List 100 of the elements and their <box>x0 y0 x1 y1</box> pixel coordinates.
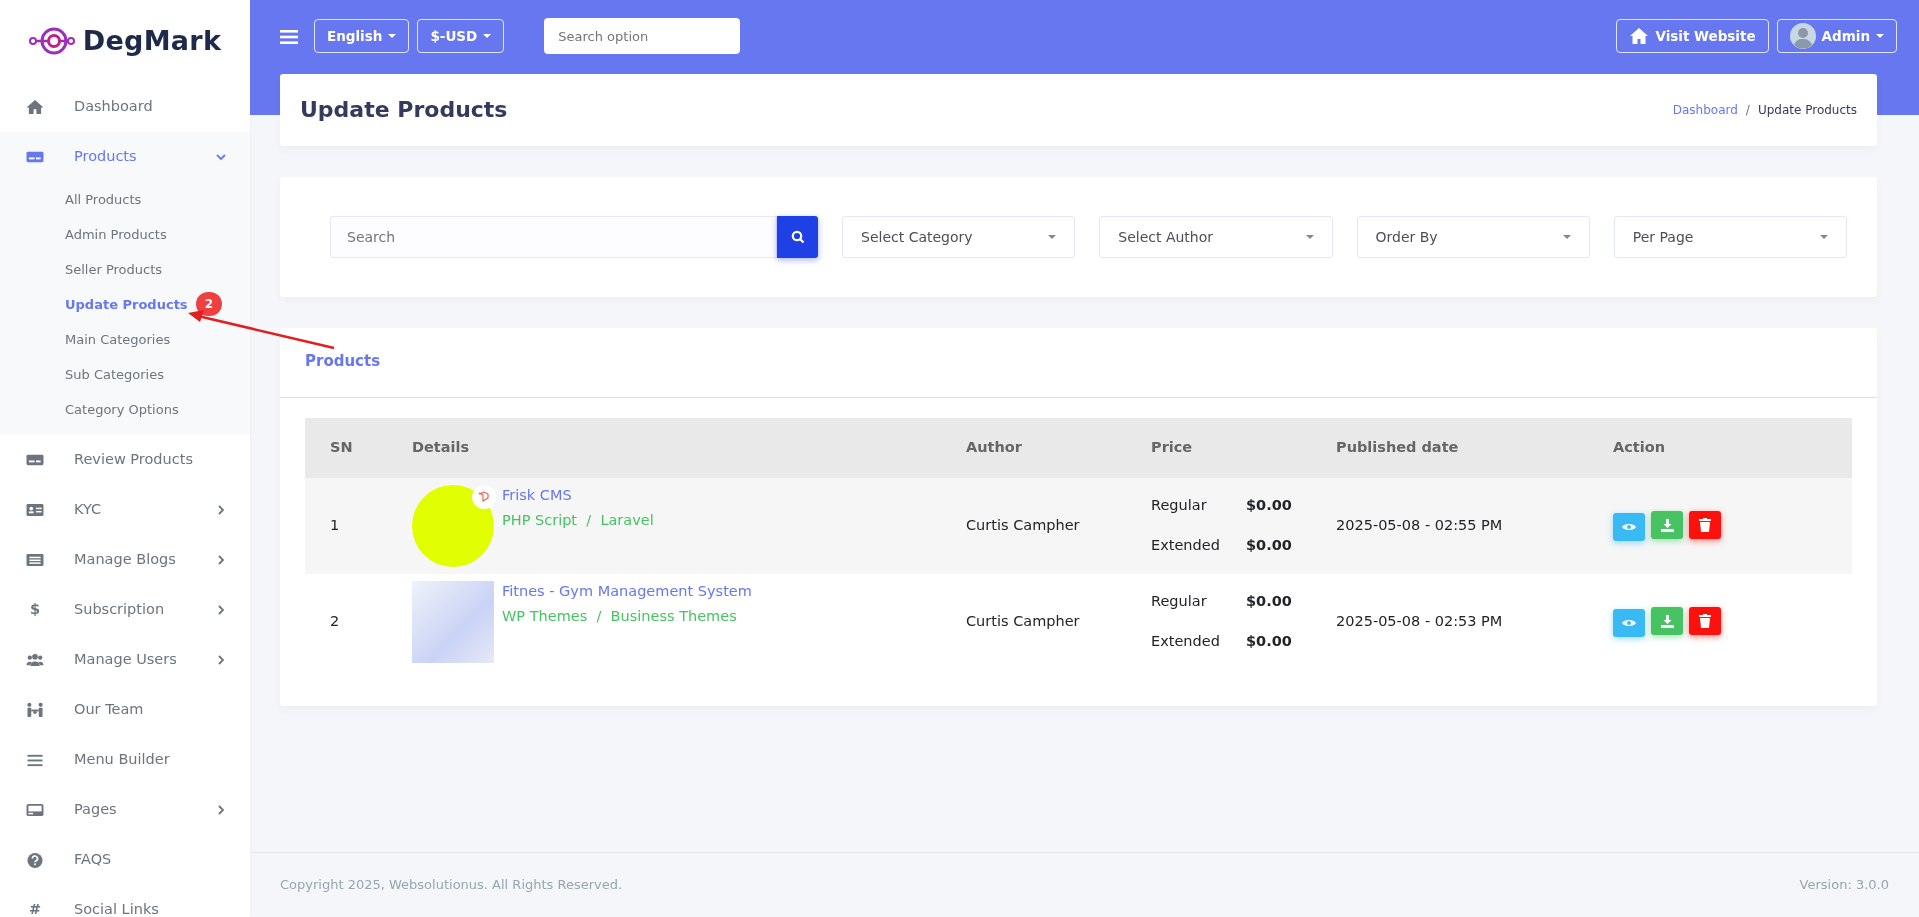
users-icon <box>26 652 44 668</box>
search-field[interactable]: Search option <box>544 18 741 54</box>
price-amount: $0.00 <box>1246 536 1292 553</box>
target-logo-icon <box>28 26 75 56</box>
sidebar-item[interactable]: Review Products <box>0 435 250 485</box>
product-category: PHP Script / Laravel <box>502 511 654 531</box>
delete-button[interactable] <box>1689 606 1721 635</box>
submenu-item[interactable]: All Products <box>0 182 142 217</box>
sidebar-item[interactable]: Menu Builder <box>0 735 250 785</box>
sidebar-item[interactable]: KYC <box>0 485 250 535</box>
eye-icon <box>1622 617 1636 628</box>
card-icon <box>26 452 44 468</box>
sidebar-item[interactable]: Manage Users <box>0 635 250 685</box>
search-button[interactable] <box>777 216 818 258</box>
caret-icon <box>483 34 492 38</box>
sidebar-glyph-icon: $ <box>29 599 41 621</box>
home-icon <box>1629 28 1650 44</box>
download-button[interactable] <box>1651 607 1683 635</box>
question-circle-icon <box>26 852 44 868</box>
submenu-item[interactable]: Category Options <box>0 392 179 427</box>
submenu-item[interactable]: Seller Products <box>0 252 163 287</box>
product-title-link[interactable]: Frisk CMS <box>502 484 654 507</box>
table-cell: 2025-05-08 - 02:55 PM <box>1311 477 1588 574</box>
table-cell: 2025-05-08 - 02:53 PM <box>1311 573 1588 670</box>
chevron-right-icon <box>216 655 226 665</box>
eye-icon <box>1622 521 1636 532</box>
id-card-icon <box>26 502 44 518</box>
submenu-item[interactable]: Main Categories <box>0 322 171 357</box>
version-text: Version: 3.0.0 <box>1799 876 1889 895</box>
logo-text: DegMark <box>82 23 222 58</box>
select-dropdown[interactable]: Select Category <box>842 216 1076 258</box>
column-header: Action <box>1588 417 1852 478</box>
sidebar-item[interactable]: Products <box>0 132 250 182</box>
breadcrumb-item: Update Products <box>1757 102 1857 119</box>
user-menu-button[interactable]: Admin <box>1776 19 1897 53</box>
search-icon <box>790 230 805 244</box>
column-header: Published date <box>1311 417 1588 478</box>
chevron-right-icon <box>216 555 226 565</box>
caret-icon <box>1876 34 1884 38</box>
column-header: Details <box>387 417 941 478</box>
sidebar-item[interactable]: Manage Blogs <box>0 535 250 585</box>
menu-icon <box>280 28 298 45</box>
price-label: Extended <box>1151 535 1221 555</box>
column-header: SN <box>305 417 387 478</box>
select-dropdown[interactable]: Per Page <box>1613 216 1847 258</box>
visit-website-button[interactable]: Visit Website <box>1616 19 1769 53</box>
newspaper-icon <box>26 552 44 568</box>
submenu-item[interactable]: Sub Categories <box>0 357 164 392</box>
table-cell: 1 <box>305 477 387 574</box>
menu-icon <box>26 752 44 768</box>
price-label: Extended <box>1151 631 1221 651</box>
home-icon <box>26 99 44 115</box>
product-title-link[interactable]: Fitnes - Gym Management System <box>502 580 752 603</box>
delete-button[interactable] <box>1689 510 1721 539</box>
price-label: Regular <box>1151 591 1208 611</box>
table-cell: Curtis Campher <box>941 477 1126 574</box>
caret-icon <box>1048 235 1057 239</box>
chevron-right-icon <box>216 505 226 515</box>
caret-icon <box>388 34 397 38</box>
select-dropdown[interactable]: Select Author <box>1099 216 1333 258</box>
sidebar-item[interactable]: # Social Links <box>0 885 250 917</box>
product-category: WP Themes / Business Themes <box>502 607 738 627</box>
caret-icon <box>1820 235 1828 239</box>
breadcrumb-link[interactable]: Dashboard <box>1672 101 1738 119</box>
caret-icon <box>1305 235 1314 239</box>
column-header: Price <box>1126 417 1311 478</box>
trash-icon <box>1699 613 1711 628</box>
card-title: Products <box>305 352 381 370</box>
chevron-down-icon <box>216 152 226 162</box>
table-cell: 2 <box>305 573 387 670</box>
view-button[interactable] <box>1613 608 1645 637</box>
sidebar-item[interactable]: Our Team <box>0 685 250 735</box>
column-header: Author <box>941 417 1126 478</box>
download-icon <box>1660 518 1674 532</box>
submenu-item[interactable]: Admin Products <box>0 217 167 252</box>
price-amount: $0.00 <box>1246 496 1292 513</box>
currency-dropdown[interactable]: $-USD <box>417 19 505 53</box>
download-icon <box>1660 614 1674 628</box>
search-field[interactable]: Search <box>330 216 777 258</box>
download-button[interactable] <box>1651 511 1683 539</box>
sidebar-glyph-icon: # <box>28 899 42 917</box>
card-icon <box>26 802 44 818</box>
sidebar-item[interactable]: Pages <box>0 785 250 835</box>
price-label: Regular <box>1151 495 1208 515</box>
submenu-item[interactable]: Update Products <box>0 287 188 322</box>
page-title: Update Products <box>300 96 508 124</box>
copyright-text: Copyright 2025, Websolutionus. All Rights Reserved. <box>280 876 623 895</box>
select-dropdown[interactable]: Order By <box>1356 216 1590 258</box>
view-button[interactable] <box>1613 512 1645 541</box>
team-icon <box>26 702 44 718</box>
sidebar-item[interactable]: $ Subscription <box>0 585 250 635</box>
chevron-right-icon <box>216 605 226 615</box>
breadcrumb-separator: / <box>1745 102 1750 119</box>
sidebar-item[interactable]: FAQS <box>0 835 250 885</box>
card-icon <box>26 149 44 165</box>
price-amount: $0.00 <box>1246 592 1292 609</box>
avatar-icon <box>1789 23 1816 49</box>
language-dropdown[interactable]: English <box>314 19 410 53</box>
table-cell: Curtis Campher <box>941 573 1126 670</box>
sidebar-item[interactable]: Dashboard <box>0 82 250 132</box>
